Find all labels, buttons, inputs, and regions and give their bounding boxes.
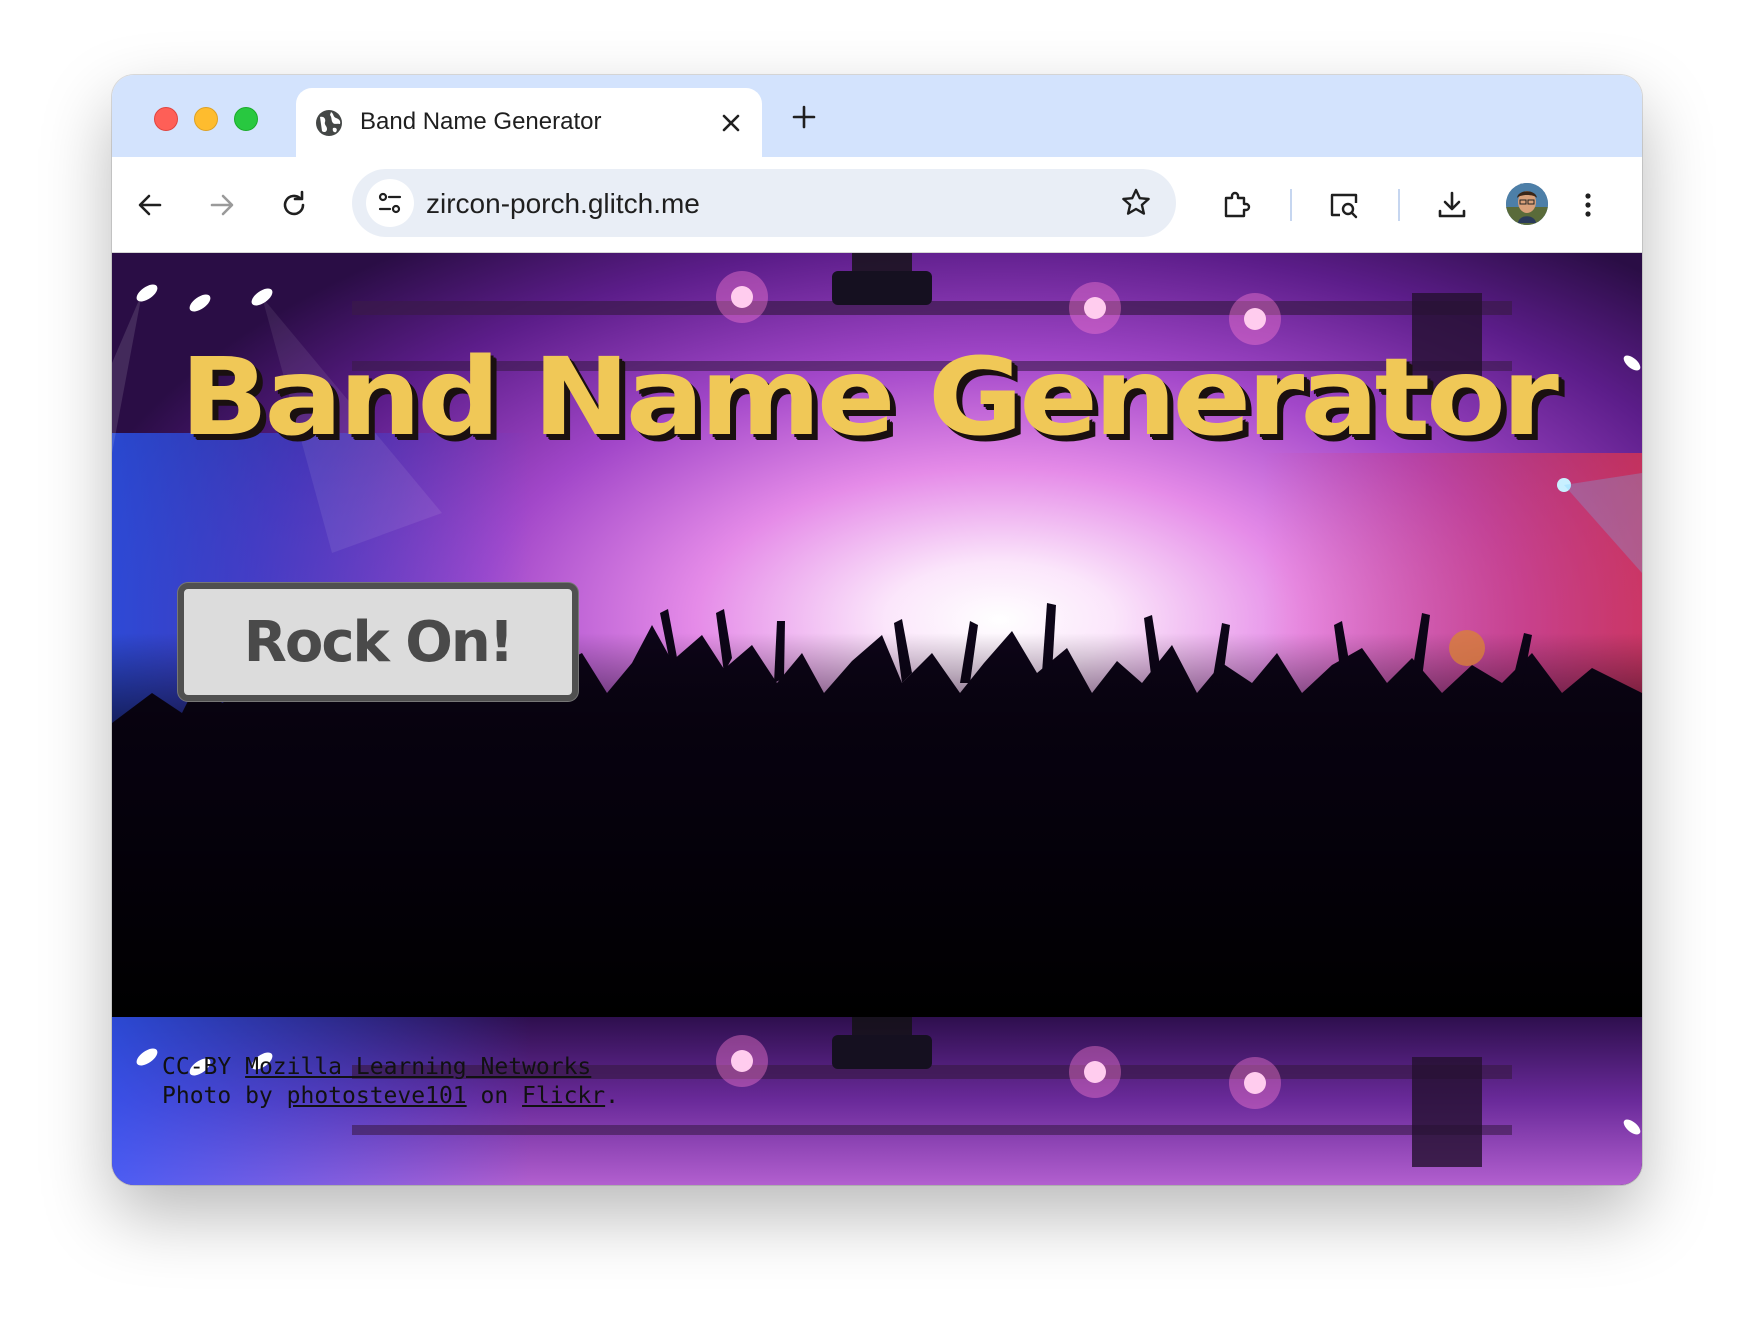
tab-title: Band Name Generator (360, 108, 602, 135)
close-icon[interactable] (718, 110, 744, 136)
address-bar[interactable]: zircon-porch.glitch.me (352, 169, 1176, 237)
maximize-window-button[interactable] (234, 107, 258, 131)
photosteve101-link[interactable]: photosteve101 (287, 1083, 467, 1109)
back-arrow-icon[interactable] (132, 187, 168, 223)
page-headline: Band Name Generator (180, 335, 1559, 460)
site-settings-button[interactable] (366, 179, 414, 227)
credits-period: . (605, 1083, 619, 1109)
avatar[interactable] (1506, 183, 1548, 225)
download-icon[interactable] (1434, 187, 1470, 223)
tab-strip: Band Name Generator (112, 75, 1642, 157)
minimize-window-button[interactable] (194, 107, 218, 131)
reload-icon[interactable] (276, 187, 312, 223)
extensions-icon[interactable] (1218, 187, 1254, 223)
tab-search-icon[interactable] (1326, 187, 1362, 223)
forward-arrow-icon[interactable] (204, 187, 240, 223)
rock-on-button[interactable]: Rock On! (178, 583, 578, 701)
credits-on: on (466, 1083, 523, 1109)
mozilla-learning-networks-link[interactable]: Mozilla Learning Networks (245, 1054, 591, 1080)
toolbar-divider (1290, 189, 1292, 221)
avatar-image (1506, 183, 1548, 225)
page-content: Band Name Generator Rock On! CC-BY Mozil… (112, 253, 1642, 1185)
browser-toolbar: zircon-porch.glitch.me (112, 157, 1642, 253)
credits-line-2: Photo by photosteve101 on Flickr. (162, 1082, 619, 1111)
star-icon[interactable] (1118, 185, 1154, 221)
browser-window: Band Name Generator zircon-porch.glitch.… (112, 75, 1642, 1185)
kebab-menu-icon[interactable] (1570, 187, 1606, 223)
toolbar-divider (1398, 189, 1400, 221)
credits-line-1: CC-BY Mozilla Learning Networks (162, 1053, 619, 1082)
credits-photo-by: Photo by (162, 1083, 287, 1109)
plus-icon[interactable] (788, 101, 820, 133)
tab-band-name-generator[interactable]: Band Name Generator (296, 88, 762, 157)
credits-license: CC-BY (162, 1054, 246, 1080)
url-text[interactable]: zircon-porch.glitch.me (426, 188, 700, 220)
globe-icon (316, 110, 342, 136)
site-settings-icon (378, 192, 402, 214)
flickr-link[interactable]: Flickr (522, 1083, 605, 1109)
close-window-button[interactable] (154, 107, 178, 131)
image-credits: CC-BY Mozilla Learning Networks Photo by… (162, 1053, 619, 1111)
